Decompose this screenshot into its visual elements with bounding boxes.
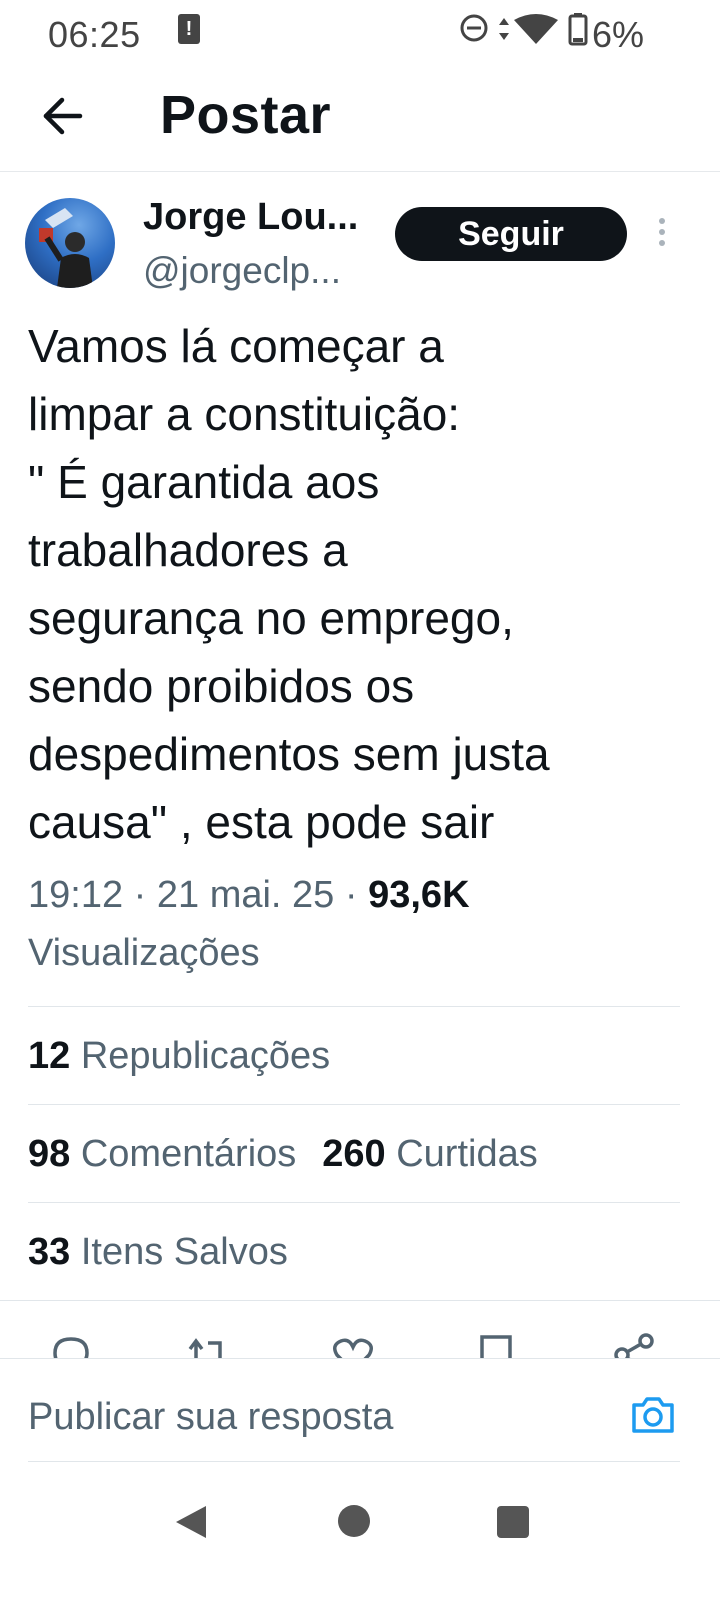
back-button[interactable] [36,88,92,144]
avatar[interactable] [25,198,115,288]
status-icons [460,13,588,46]
post-text: Vamos lá começar a limpar a constituição… [28,320,550,848]
camera-icon [632,1397,674,1433]
nav-home-icon[interactable] [338,1505,370,1537]
meta-separator: · [344,874,358,916]
saves-count: 33 [28,1231,71,1273]
nav-recents-icon[interactable] [497,1506,529,1538]
reposts-stat[interactable]: 12 Republicações [28,1006,680,1104]
reply-input[interactable] [28,1393,588,1441]
nav-back-icon[interactable] [172,1502,212,1542]
views-label: Visualizações [28,932,260,974]
post-date[interactable]: 21 mai. 25 [157,874,334,916]
more-dot [659,229,665,235]
follow-button[interactable]: Seguir [395,207,627,261]
repost-icon[interactable] [186,1333,230,1358]
views-count: 93,6K [368,874,470,916]
comments-count: 98 [28,1133,71,1175]
reply-icon[interactable] [49,1333,93,1358]
reposts-count: 12 [28,1035,71,1077]
post-author: Jorge Lou... @jorgeclp... Seguir [0,190,720,300]
reposts-label: Republicações [80,1035,331,1077]
data-arrows-icon [499,18,509,40]
author-name[interactable]: Jorge Lou... [143,196,358,239]
wifi-icon [514,14,558,44]
saves-label: Itens Salvos [80,1231,288,1273]
battery-percent: 6% [591,14,644,55]
more-dot [659,240,665,246]
alert-notification-icon: ! [178,14,200,44]
meta-separator: · [133,874,147,916]
arrow-left-icon [43,97,83,135]
engagement-stats: 98 Comentários 260 Curtidas [28,1104,680,1202]
status-time: 06:25 [48,14,141,55]
like-icon[interactable] [331,1333,375,1358]
camera-button[interactable] [630,1395,676,1435]
likes-stat[interactable]: 260 Curtidas [322,1133,537,1175]
status-bar: 06:25 ! 6% [0,0,720,70]
divider [28,1461,680,1462]
page-title: Postar [160,85,332,145]
author-handle[interactable]: @jorgeclp... [143,250,341,292]
likes-count: 260 [322,1133,386,1175]
post-actions [0,1300,720,1358]
top-app-bar: Postar [0,70,720,172]
post-time[interactable]: 19:12 [28,874,123,916]
avatar-image [39,208,93,288]
post-meta: 19:12 · 21 mai. 25 · 93,6K Visualizações [28,866,688,982]
comments-label: Comentários [80,1133,297,1175]
bookmark-icon[interactable] [474,1333,518,1358]
reply-bar [0,1358,720,1462]
likes-label: Curtidas [396,1133,538,1175]
battery-icon [568,13,588,46]
system-nav-bar [0,1480,720,1600]
share-icon[interactable] [612,1333,656,1358]
saves-stat[interactable]: 33 Itens Salvos [28,1202,680,1300]
more-vertical-icon [659,218,665,224]
dnd-icon [460,14,488,42]
more-options-button[interactable] [650,218,674,254]
comments-stat[interactable]: 98 Comentários [28,1133,296,1175]
